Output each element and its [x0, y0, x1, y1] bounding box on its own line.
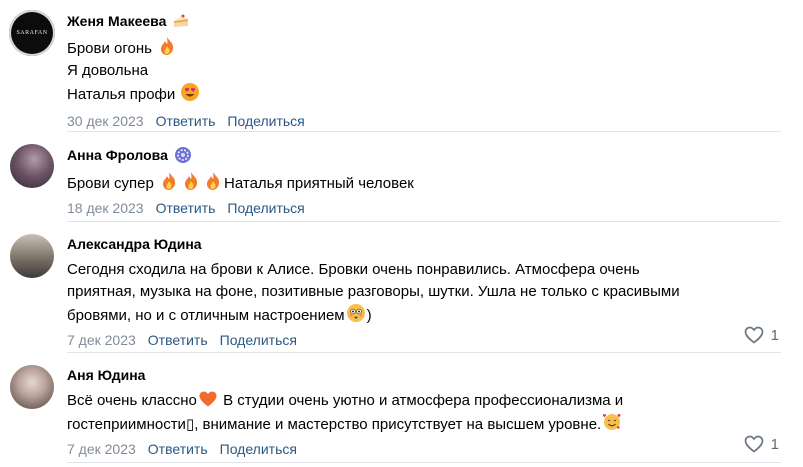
- badge-icon: [174, 147, 191, 163]
- like-button[interactable]: 1: [744, 326, 779, 344]
- author-name[interactable]: Женя Макеева: [67, 12, 190, 30]
- comment-content: Аня Юдина Всё очень классно В студии оче…: [67, 366, 803, 458]
- comment-date[interactable]: 7 дек 2023: [67, 440, 136, 458]
- comment-text: Брови супер Наталья приятный человек: [67, 171, 803, 195]
- comment-line: Сегодня сходила на брови к Алисе. Бровки…: [67, 261, 640, 278]
- comment-line: приятная, музыка на фоне, позитивные раз…: [67, 283, 680, 300]
- reply-button[interactable]: Ответить: [156, 112, 216, 130]
- line-text: Брови супер: [67, 175, 159, 192]
- comment-line: Всё очень классно В студии очень уютно и…: [67, 390, 803, 412]
- line-text: гостеприимности▯, внимание и мастерство …: [67, 416, 602, 433]
- comment-line: Я довольна: [67, 62, 149, 79]
- comment-date[interactable]: 30 дек 2023: [67, 112, 144, 130]
- fire-icon: [161, 37, 174, 55]
- like-count: 1: [770, 326, 779, 344]
- comment-text: Сегодня сходила на брови к Алисе. Бровки…: [67, 259, 803, 327]
- comment-2: Анна Фролова Брови супер Наталья приятны…: [0, 132, 803, 222]
- like-button[interactable]: 1: [744, 435, 779, 453]
- comment-meta: 7 дек 2023 Ответить Поделиться: [67, 440, 803, 458]
- comment-1: SARAFAN Женя Макеева Брови огонь Я довол…: [0, 0, 803, 132]
- avatar[interactable]: [10, 144, 54, 188]
- comment-line: Брови огонь: [67, 36, 803, 60]
- author-name[interactable]: Анна Фролова: [67, 146, 192, 164]
- author-name-text[interactable]: Аня Юдина: [67, 366, 145, 384]
- comment-content: Александра Юдина Сегодня сходила на бров…: [67, 235, 803, 349]
- heart-eyes-emoji-icon: [181, 83, 200, 101]
- reply-button[interactable]: Ответить: [148, 440, 208, 458]
- comment-meta: 18 дек 2023 Ответить Поделиться: [67, 199, 803, 217]
- divider: [67, 462, 781, 463]
- avatar[interactable]: [10, 234, 54, 278]
- comment-date[interactable]: 7 дек 2023: [67, 331, 136, 349]
- comment-meta: 30 дек 2023 Ответить Поделиться: [67, 112, 803, 130]
- comment-3: Александра Юдина Сегодня сходила на бров…: [0, 222, 803, 353]
- comment-meta: 7 дек 2023 Ответить Поделиться: [67, 331, 803, 349]
- avatar-logo-text: SARAFAN: [16, 30, 48, 36]
- comment-line: бровями, но и с отличным настроением): [67, 303, 803, 327]
- line-text: бровями, но и с отличным настроением: [67, 307, 345, 324]
- avatar[interactable]: [10, 365, 54, 409]
- line-text: Всё очень классно: [67, 392, 197, 409]
- author-name-text[interactable]: Анна Фролова: [67, 146, 168, 164]
- reply-button[interactable]: Ответить: [156, 199, 216, 217]
- reply-button[interactable]: Ответить: [148, 331, 208, 349]
- line-text: Брови огонь: [67, 40, 152, 57]
- flushed-emoji-icon: [346, 304, 365, 322]
- comment-line: гостеприимности▯, внимание и мастерство …: [67, 412, 803, 436]
- fire-icon: [207, 172, 220, 190]
- comment-text: Всё очень классно В студии очень уютно и…: [67, 390, 803, 436]
- share-button[interactable]: Поделиться: [227, 199, 304, 217]
- share-button[interactable]: Поделиться: [227, 112, 304, 130]
- comment-line: Наталья профи: [67, 82, 803, 106]
- share-button[interactable]: Поделиться: [220, 440, 297, 458]
- fire-icon: [185, 172, 198, 190]
- like-count: 1: [770, 435, 779, 453]
- author-name[interactable]: Аня Юдина: [67, 366, 145, 384]
- heart-icon: [744, 435, 764, 453]
- comment-content: Анна Фролова Брови супер Наталья приятны…: [67, 146, 803, 217]
- comment-date[interactable]: 18 дек 2023: [67, 199, 144, 217]
- avatar[interactable]: SARAFAN: [9, 10, 55, 56]
- fire-icon: [163, 172, 176, 190]
- line-text: ): [366, 307, 372, 324]
- cake-icon: [174, 14, 189, 27]
- comment-content: Женя Макеева Брови огонь Я довольна Ната…: [67, 12, 803, 130]
- comment-text: Брови огонь Я довольна Наталья профи: [67, 36, 803, 106]
- orange-heart-icon: [199, 391, 217, 407]
- author-name-text[interactable]: Александра Юдина: [67, 235, 202, 253]
- line-text: В студии очень уютно и атмосфера професс…: [218, 392, 624, 409]
- share-button[interactable]: Поделиться: [220, 331, 297, 349]
- comment-4: Аня Юдина Всё очень классно В студии оче…: [0, 353, 803, 467]
- line-text: Наталья профи: [67, 86, 176, 103]
- author-name[interactable]: Александра Юдина: [67, 235, 202, 253]
- heart-icon: [744, 326, 764, 344]
- line-text: Наталья приятный человек: [224, 175, 414, 192]
- author-name-text[interactable]: Женя Макеева: [67, 12, 166, 30]
- smiling-hearts-emoji-icon: [603, 414, 621, 430]
